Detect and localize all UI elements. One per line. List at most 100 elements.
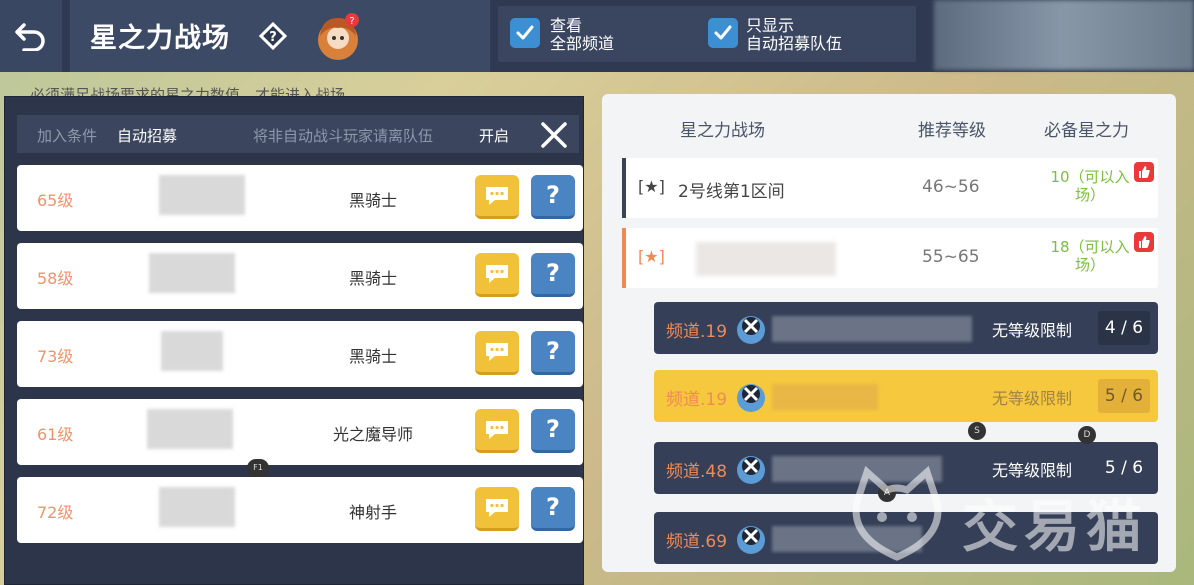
battlefield-row[interactable]: [★] 55~65 18（可以入 场） <box>622 228 1158 288</box>
help-diamond-icon[interactable]: ? <box>256 19 290 53</box>
chat-bubble-icon <box>486 498 508 517</box>
row-accent-bar <box>622 228 626 288</box>
info-button[interactable]: ? <box>531 253 575 297</box>
member-job: 神射手 <box>348 503 397 522</box>
party-leader-icon <box>737 316 765 344</box>
column-header-level: 推荐等级 <box>918 121 986 141</box>
label-line: 自动招募队伍 <box>746 34 843 53</box>
watermark: 交易猫 <box>842 458 1182 578</box>
member-job: 黑骑士 <box>348 269 397 288</box>
guide-character-icon[interactable]: ? <box>312 10 364 62</box>
blurred-name <box>147 409 233 449</box>
chat-bubble-icon <box>486 186 508 205</box>
member-level: 65级 <box>37 191 74 210</box>
req-line: 场） <box>1074 256 1105 274</box>
key-hint-badge: F1 <box>247 459 269 477</box>
member-job: 黑骑士 <box>348 347 397 366</box>
column-header-battlefield: 星之力战场 <box>680 121 765 141</box>
view-all-channels-checkbox[interactable] <box>510 18 540 48</box>
chat-button[interactable] <box>475 409 519 453</box>
blurred-name <box>149 253 235 293</box>
top-bar: 星之力战场 ? ? 查看 全部频道 只显示 自动招募队伍 <box>0 0 1194 72</box>
party-count: 5 / 6 <box>1098 379 1150 413</box>
req-line: 场） <box>1074 186 1105 204</box>
join-condition-label: 加入条件 <box>37 127 98 145</box>
back-arrow-icon <box>15 23 45 51</box>
info-button[interactable]: ? <box>531 409 575 453</box>
chat-bubble-icon <box>486 264 508 283</box>
channel-name: 频道.48 <box>666 462 728 482</box>
label-line: 只显示 <box>746 16 795 35</box>
auto-recruit-only-label[interactable]: 只显示 自动招募队伍 <box>746 17 842 53</box>
member-row[interactable]: 72级 神射手 ? <box>17 477 583 543</box>
watermark-text: 交易猫 <box>962 495 1148 560</box>
party-panel: 加入条件 自动招募 将非自动战斗玩家请离队伍 开启 65级 黑骑士 ? 58级 … <box>4 96 584 585</box>
recommended-level: 55~65 <box>922 247 980 267</box>
thumbs-up-icon <box>1134 162 1154 182</box>
chat-button[interactable] <box>475 175 519 219</box>
required-star-force: 18（可以入 场） <box>1042 238 1138 274</box>
member-job: 黑骑士 <box>348 191 397 210</box>
key-hint-badge: S <box>968 422 986 440</box>
chat-button[interactable] <box>475 331 519 375</box>
checkmark-icon <box>714 25 732 40</box>
label-line: 全部频道 <box>550 34 615 53</box>
join-conditions-bar: 加入条件 自动招募 将非自动战斗玩家请离队伍 开启 <box>17 115 579 153</box>
blurred-name <box>696 242 836 276</box>
channel-name: 频道.19 <box>666 390 728 410</box>
column-header-star-force: 必备星之力 <box>1044 121 1129 141</box>
checkmark-icon <box>516 25 534 40</box>
member-job: 光之魔导师 <box>332 425 413 444</box>
member-row[interactable]: 65级 黑骑士 ? <box>17 165 583 231</box>
close-icon[interactable] <box>537 118 571 152</box>
channel-name: 频道.19 <box>666 322 728 342</box>
level-limit: 无等级限制 <box>992 321 1073 340</box>
blurred-name <box>159 487 235 527</box>
battlefield-row[interactable]: [★] 2号线第1区间 46~56 10（可以入 场） <box>622 158 1158 218</box>
member-row[interactable]: 61级 光之魔导师 ? <box>17 399 583 465</box>
row-accent-bar <box>622 158 626 218</box>
view-all-channels-label[interactable]: 查看 全部频道 <box>550 17 614 53</box>
back-button[interactable] <box>0 0 62 72</box>
blurred-name <box>159 175 245 215</box>
member-row[interactable]: 58级 黑骑士 ? <box>17 243 583 309</box>
member-level: 73级 <box>37 347 74 366</box>
thumbs-up-icon <box>1134 232 1154 252</box>
channel-row[interactable]: 频道.19 无等级限制 4 / 6 <box>654 302 1158 354</box>
svg-text:?: ? <box>349 16 354 27</box>
key-hint-badge: D <box>1078 426 1096 444</box>
member-level: 58级 <box>37 269 74 288</box>
member-row[interactable]: 73级 黑骑士 ? <box>17 321 583 387</box>
party-count: 4 / 6 <box>1098 311 1150 345</box>
channel-name: 频道.69 <box>666 532 728 552</box>
auto-recruit-only-checkbox[interactable] <box>708 18 738 48</box>
chat-button[interactable] <box>475 487 519 531</box>
req-line: 18（可以入 <box>1050 238 1130 256</box>
title-area: 星之力战场 ? ? <box>70 0 490 72</box>
party-leader-icon <box>737 456 765 484</box>
chat-bubble-icon <box>486 420 508 439</box>
blurred-name <box>772 316 972 342</box>
chat-bubble-icon <box>486 342 508 361</box>
blurred-name <box>161 331 223 371</box>
member-level: 72级 <box>37 503 74 522</box>
info-button[interactable]: ? <box>531 175 575 219</box>
blurred-name <box>772 384 878 410</box>
kick-non-auto-value[interactable]: 开启 <box>479 125 509 146</box>
recommended-level: 46~56 <box>922 177 980 197</box>
channel-row-selected[interactable]: 频道.19 无等级限制 5 / 6 <box>654 370 1158 422</box>
battlefield-name: 2号线第1区间 <box>678 182 785 202</box>
cat-logo-icon <box>852 465 942 561</box>
party-leader-icon <box>737 384 765 412</box>
kick-non-auto-label: 将非自动战斗玩家请离队伍 <box>253 127 434 145</box>
chat-button[interactable] <box>475 253 519 297</box>
req-line: 10（可以入 <box>1050 168 1130 186</box>
page-title: 星之力战场 <box>90 23 230 54</box>
required-star-force: 10（可以入 场） <box>1042 168 1138 204</box>
info-button[interactable]: ? <box>531 331 575 375</box>
info-button[interactable]: ? <box>531 487 575 531</box>
label-line: 查看 <box>550 16 583 35</box>
filter-box: 查看 全部频道 只显示 自动招募队伍 <box>498 6 916 62</box>
blurred-region <box>934 0 1194 70</box>
level-limit: 无等级限制 <box>992 389 1073 408</box>
